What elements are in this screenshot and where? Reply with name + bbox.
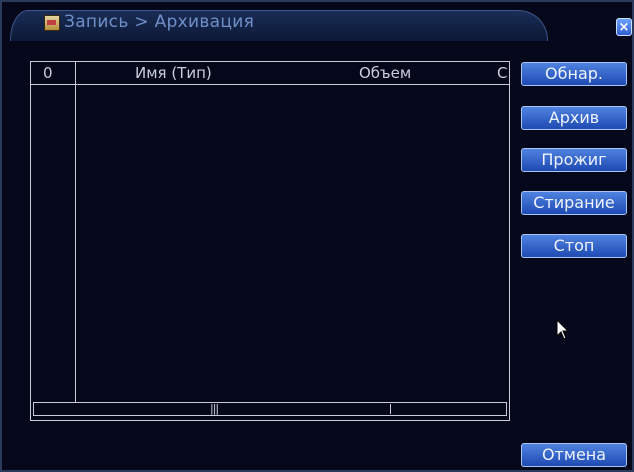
burn-button[interactable]: Прожиг xyxy=(521,148,627,172)
column-header-index[interactable]: 0 xyxy=(43,64,53,82)
backup-button[interactable]: Архив xyxy=(521,106,627,130)
cancel-button[interactable]: Отмена xyxy=(521,443,627,467)
horizontal-scrollbar[interactable]: ||| xyxy=(33,402,507,416)
close-button[interactable]: × xyxy=(616,18,632,36)
scrollbar-thumb[interactable]: ||| xyxy=(34,402,391,415)
backup-dialog: Запись > Архивация × 0 Имя (Тип) Объем С… xyxy=(0,0,634,472)
breadcrumb: Запись > Архивация xyxy=(64,12,255,32)
close-icon: × xyxy=(618,20,630,35)
erase-button[interactable]: Стирание xyxy=(521,191,627,215)
list-header: 0 Имя (Тип) Объем С xyxy=(31,62,509,85)
column-header-name-type[interactable]: Имя (Тип) xyxy=(135,64,212,82)
column-divider xyxy=(75,62,76,402)
scrollbar-grip-icon: ||| xyxy=(210,402,219,415)
column-header-c[interactable]: С xyxy=(497,64,507,82)
detect-button[interactable]: Обнар. xyxy=(521,62,627,86)
device-list[interactable]: 0 Имя (Тип) Объем С ||| xyxy=(30,61,510,421)
mouse-pointer-icon xyxy=(556,318,570,345)
record-archive-icon xyxy=(44,15,60,31)
column-header-size[interactable]: Объем xyxy=(359,64,411,82)
stop-button[interactable]: Стоп xyxy=(521,234,627,258)
